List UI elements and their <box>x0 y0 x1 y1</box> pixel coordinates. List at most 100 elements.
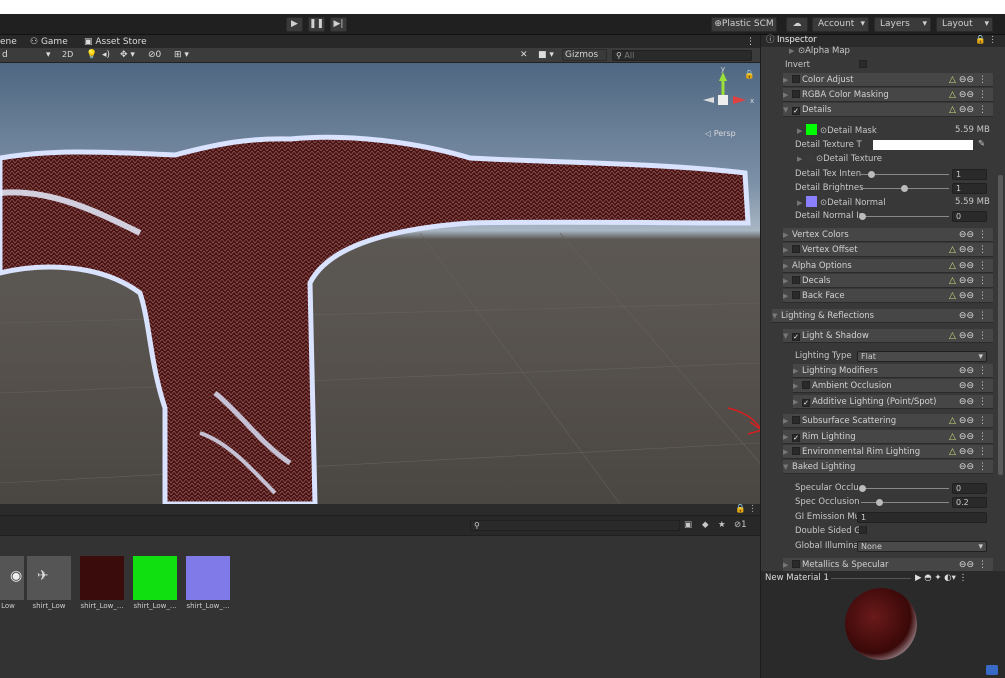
section-icons[interactable]: △ ⊖⊖ ⋮ <box>949 103 987 117</box>
gi-emission-field[interactable]: 1 <box>857 512 987 523</box>
label-icon[interactable]: ◆ <box>702 519 709 532</box>
lock-icon[interactable]: 🔒 <box>744 69 755 82</box>
section-checkbox[interactable] <box>792 90 800 98</box>
material-preview-sphere[interactable] <box>845 588 917 660</box>
section-ambient-occlusion[interactable]: ▶ Ambient Occlusion ⊖⊖ ⋮ <box>793 379 993 393</box>
detail-tex-inten-field[interactable]: 1 <box>952 169 987 180</box>
section-checkbox[interactable] <box>792 291 800 299</box>
spec-occlusion-slider[interactable] <box>861 502 949 503</box>
layers-dropdown[interactable]: Layers <box>874 17 931 32</box>
section-icons[interactable]: △ ⊖⊖ ⋮ <box>949 73 987 87</box>
section-metallics[interactable]: ▶ Metallics & Specular ⊖⊖ ⋮ <box>783 558 993 572</box>
gizmos-dropdown[interactable]: Gizmos <box>562 49 607 61</box>
filter-icon[interactable]: ▣ <box>684 519 692 532</box>
section-checkbox[interactable] <box>792 276 800 284</box>
specular-occlu-slider[interactable] <box>861 488 949 489</box>
section-icons[interactable]: ⊖⊖ ⋮ <box>956 364 987 378</box>
double-sided-checkbox[interactable] <box>859 525 869 538</box>
section-checkbox[interactable]: ✓ <box>792 107 800 115</box>
spec-occlusion-field[interactable]: 0.2 <box>952 497 987 508</box>
cloud-icon[interactable]: ☁ <box>786 17 808 32</box>
play-button[interactable]: ▶ <box>286 17 303 32</box>
section-vertex-colors[interactable]: ▶ Vertex Colors ⊖⊖ ⋮ <box>783 228 993 242</box>
asset-thumb[interactable] <box>186 556 230 600</box>
2d-toggle[interactable]: 2D <box>62 49 73 61</box>
detail-brightnes-field[interactable]: 1 <box>952 183 987 194</box>
section-icons[interactable]: ⊖⊖ ⋮ <box>956 558 987 572</box>
section-lighting-reflections[interactable]: ▼ Lighting & Reflections ⊖⊖ ⋮ <box>772 309 993 323</box>
section-env-rim-lighting[interactable]: ▶ Environmental Rim Lighting △ ⊖⊖ ⋮ <box>783 445 993 459</box>
slider-knob[interactable] <box>868 171 875 178</box>
grid-icon[interactable]: ⊞ ▾ <box>174 49 189 61</box>
more-menu-icon[interactable]: ⋮ <box>746 36 755 48</box>
layout-dropdown[interactable]: Layout <box>936 17 993 32</box>
section-icons[interactable]: △ ⊖⊖ ⋮ <box>949 88 987 102</box>
hidden-icon[interactable]: ⊘1 <box>734 519 747 532</box>
account-dropdown[interactable]: Account <box>812 17 869 32</box>
asset-thumb[interactable]: ✈ <box>27 556 71 600</box>
section-icons[interactable]: ⊖⊖ ⋮ <box>956 309 987 323</box>
section-icons[interactable]: ⊖⊖ ⋮ <box>956 379 987 393</box>
section-icons[interactable]: △ ⊖⊖ ⋮ <box>949 274 987 288</box>
plastic-scm-button[interactable]: ⊕Plastic SCM <box>711 17 777 32</box>
detail-mask-row[interactable]: ▶ ⊙Detail Mask <box>797 124 877 137</box>
lock-icon[interactable]: 🔒 ⋮ <box>975 34 997 47</box>
preview-controls[interactable]: ▶ ◓ ✦ ◐▾ ⋮ <box>915 572 967 585</box>
section-decals[interactable]: ▶ Decals △ ⊖⊖ ⋮ <box>783 274 993 288</box>
draw-mode-dropdown[interactable]: d <box>2 49 8 61</box>
section-checkbox[interactable]: ✓ <box>802 399 810 407</box>
lighting-type-dropdown[interactable]: Flat <box>857 351 987 362</box>
section-checkbox[interactable] <box>792 75 800 83</box>
detail-normal-in-field[interactable]: 0 <box>952 211 987 222</box>
section-icons[interactable]: ⊖⊖ ⋮ <box>956 228 987 242</box>
section-subsurface[interactable]: ▶ Subsurface Scattering △ ⊖⊖ ⋮ <box>783 414 993 428</box>
section-baked-lighting[interactable]: ▼ Baked Lighting ⊖⊖ ⋮ <box>783 460 993 474</box>
slider-knob[interactable] <box>859 485 866 492</box>
section-icons[interactable]: ⊖⊖ ⋮ <box>956 460 987 474</box>
asset-thumb[interactable] <box>80 556 124 600</box>
tag-icon[interactable] <box>986 665 998 675</box>
section-icons[interactable]: △ ⊖⊖ ⋮ <box>949 259 987 273</box>
tools-icon[interactable]: ✕ <box>520 49 528 61</box>
slider-knob[interactable] <box>859 213 866 220</box>
slider-knob[interactable] <box>876 499 883 506</box>
camera-icon[interactable]: ■ ▾ <box>538 49 554 61</box>
hidden-objects-icon[interactable]: ⊘0 <box>148 49 161 61</box>
detail-texture-color[interactable] <box>873 140 973 150</box>
section-checkbox[interactable] <box>792 416 800 424</box>
section-icons[interactable]: ⊖⊖ ⋮ <box>956 395 987 409</box>
star-icon[interactable]: ★ <box>718 519 726 532</box>
section-color-adjust[interactable]: ▶ Color Adjust △ ⊖⊖ ⋮ <box>783 73 993 87</box>
scene-viewport[interactable]: y x ◁ Persp 🔒 <box>0 63 760 504</box>
section-icons[interactable]: △ ⊖⊖ ⋮ <box>949 243 987 257</box>
scene-search-input[interactable]: ⚲ All <box>612 50 752 61</box>
tab-game[interactable]: ⚇ Game <box>30 36 68 48</box>
detail-normal-row[interactable]: ▶ ⊙Detail Normal <box>797 196 886 209</box>
section-icons[interactable]: △ ⊖⊖ ⋮ <box>949 430 987 444</box>
section-icons[interactable]: △ ⊖⊖ ⋮ <box>949 289 987 303</box>
specular-occlu-field[interactable]: 0 <box>952 483 987 494</box>
inspector-scrollbar[interactable] <box>998 175 1003 475</box>
persp-label[interactable]: ◁ Persp <box>705 127 736 140</box>
section-checkbox[interactable]: ✓ <box>792 333 800 341</box>
section-lighting-modifiers[interactable]: ▶ Lighting Modifiers ⊖⊖ ⋮ <box>793 364 993 378</box>
section-icons[interactable]: △ ⊖⊖ ⋮ <box>949 414 987 428</box>
section-checkbox[interactable]: ✓ <box>792 434 800 442</box>
section-icons[interactable]: △ ⊖⊖ ⋮ <box>949 329 987 343</box>
section-vertex-offset[interactable]: ▶ Vertex Offset △ ⊖⊖ ⋮ <box>783 243 993 257</box>
project-search-input[interactable]: ⚲ <box>470 520 680 531</box>
section-checkbox[interactable] <box>792 560 800 568</box>
section-back-face[interactable]: ▶ Back Face △ ⊖⊖ ⋮ <box>783 289 993 303</box>
asset-thumb[interactable]: ◉ <box>0 556 24 600</box>
section-details[interactable]: ▼ ✓ Details △ ⊖⊖ ⋮ <box>783 103 993 117</box>
section-checkbox[interactable] <box>802 381 810 389</box>
detail-texture-row[interactable]: ▶ ⊙Detail Texture <box>797 153 882 166</box>
eyedropper-icon[interactable]: ✎ <box>978 138 985 151</box>
detail-normal-in-slider[interactable] <box>861 216 949 217</box>
audio-toggle-icon[interactable]: ◂) <box>102 49 110 61</box>
lighting-toggle-icon[interactable]: 💡 <box>86 49 97 61</box>
lock-icon[interactable]: 🔒 ⋮ <box>735 503 757 516</box>
tab-scene[interactable]: ene <box>0 36 17 48</box>
section-additive-lighting[interactable]: ▶ ✓ Additive Lighting (Point/Spot) ⊖⊖ ⋮ <box>793 395 993 409</box>
slider-knob[interactable] <box>901 185 908 192</box>
